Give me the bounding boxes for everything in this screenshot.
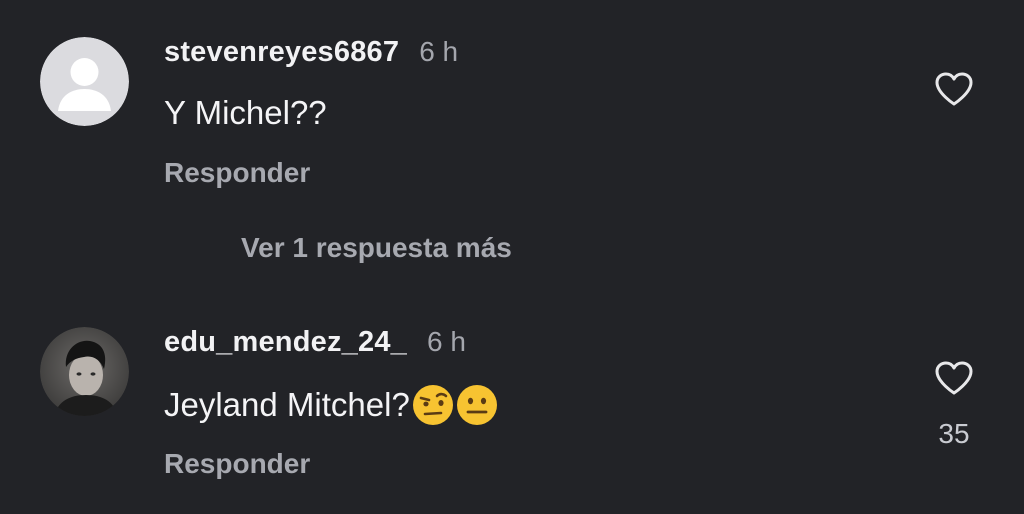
comment-timestamp: 6 h <box>426 326 466 357</box>
like-count: 35 <box>938 418 970 449</box>
comment-text: Y Michel?? <box>164 94 327 132</box>
username[interactable]: edu_mendez_24_ <box>164 326 407 359</box>
comment-body: Y Michel?? <box>164 94 327 131</box>
comment-text: Jeyland Mitchel? <box>164 384 498 426</box>
comment-header: edu_mendez_24_ 6 h <box>164 326 466 359</box>
heart-icon <box>935 72 973 106</box>
default-avatar-icon <box>40 37 129 126</box>
neutral-face-emoji-icon <box>456 384 498 426</box>
like-button[interactable] <box>934 71 974 107</box>
avatar[interactable] <box>40 37 129 126</box>
comment-body: Jeyland Mitchel? <box>164 386 410 423</box>
heart-icon <box>935 361 973 395</box>
reply-button[interactable]: Responder <box>164 448 310 480</box>
user-photo-icon <box>40 327 129 416</box>
username[interactable]: stevenreyes6867 <box>164 36 399 69</box>
raised-eyebrow-emoji-icon <box>412 384 454 426</box>
view-more-replies-button[interactable]: Ver 1 respuesta más <box>241 232 512 264</box>
avatar[interactable] <box>40 327 129 416</box>
comment-timestamp: 6 h <box>419 36 459 67</box>
like-button[interactable] <box>934 360 974 396</box>
comment-header: stevenreyes6867 6 h <box>164 36 458 69</box>
reply-button[interactable]: Responder <box>164 157 310 189</box>
